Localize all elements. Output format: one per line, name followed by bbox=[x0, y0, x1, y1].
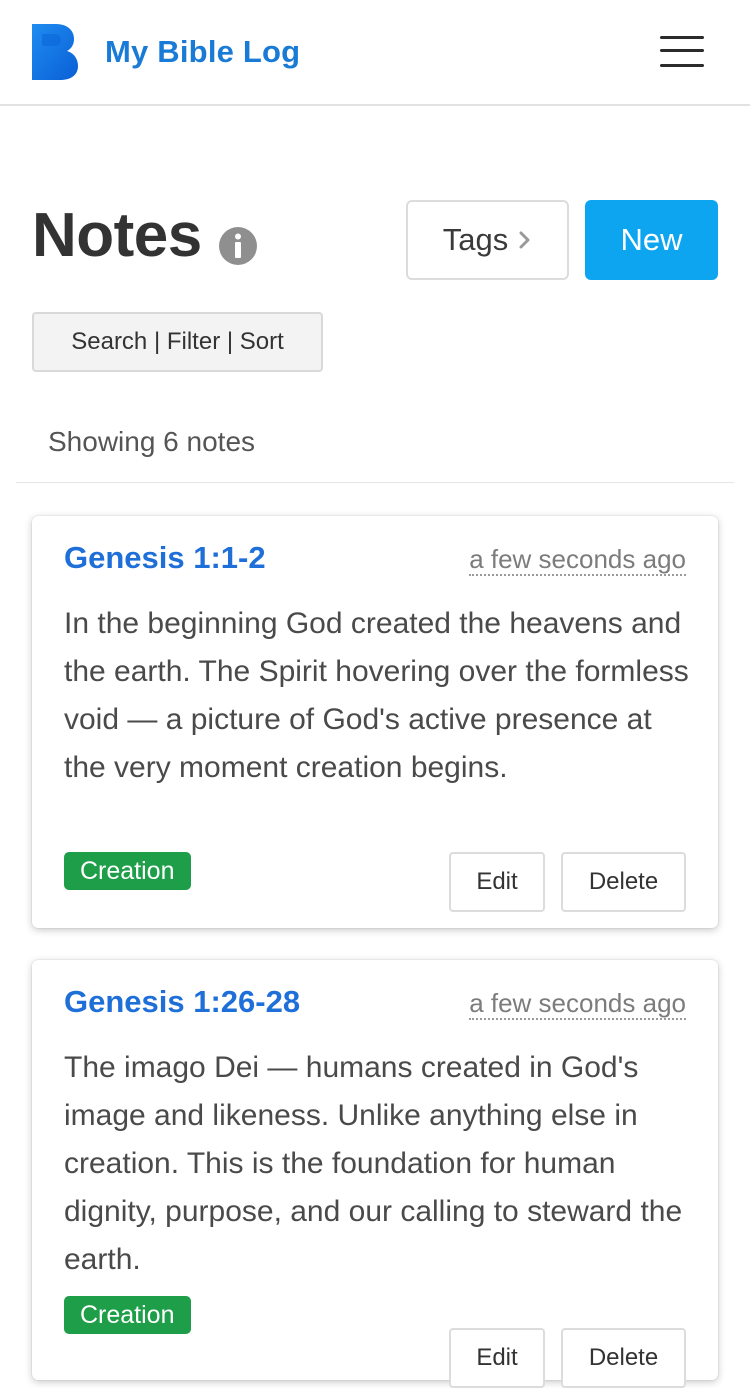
note-card: Genesis 1:1-2 a few seconds ago In the b… bbox=[32, 516, 718, 928]
chevron-right-icon bbox=[519, 231, 530, 249]
note-reference-link[interactable]: Genesis 1:1-2 bbox=[64, 540, 266, 576]
bible-log-logo-icon[interactable] bbox=[32, 24, 78, 80]
edit-button[interactable]: Edit bbox=[449, 852, 545, 912]
hamburger-line bbox=[660, 36, 704, 39]
edit-button[interactable]: Edit bbox=[449, 1328, 545, 1388]
divider bbox=[16, 482, 734, 483]
tag-badge[interactable]: Creation bbox=[64, 1296, 191, 1334]
search-filter-sort-button[interactable]: Search | Filter | Sort bbox=[32, 312, 323, 372]
tag-badge[interactable]: Creation bbox=[64, 852, 191, 890]
tags-button-label: Tags bbox=[442, 222, 509, 257]
note-reference-link[interactable]: Genesis 1:26-28 bbox=[64, 984, 300, 1020]
note-timestamp: a few seconds ago bbox=[469, 988, 686, 1020]
new-note-button[interactable]: New bbox=[585, 200, 718, 280]
note-body: In the beginning God created the heavens… bbox=[64, 607, 689, 784]
info-icon[interactable] bbox=[218, 226, 258, 266]
note-timestamp: a few seconds ago bbox=[469, 544, 686, 576]
brand-title[interactable]: My Bible Log bbox=[105, 34, 300, 70]
page-title: Notes bbox=[32, 201, 202, 270]
hamburger-line bbox=[660, 49, 704, 52]
note-card: Genesis 1:26-28 a few seconds ago The im… bbox=[32, 960, 718, 1388]
hamburger-line bbox=[660, 64, 704, 67]
delete-button[interactable]: Delete bbox=[561, 852, 686, 912]
notes-count-text: Showing 6 notes bbox=[48, 426, 256, 457]
hamburger-menu-icon[interactable] bbox=[658, 34, 706, 70]
tags-button[interactable]: Tags bbox=[406, 200, 569, 280]
note-body: The imago Dei — humans created in God's … bbox=[64, 1051, 683, 1276]
delete-button[interactable]: Delete bbox=[561, 1328, 686, 1388]
top-navbar: My Bible Log bbox=[0, 0, 750, 106]
